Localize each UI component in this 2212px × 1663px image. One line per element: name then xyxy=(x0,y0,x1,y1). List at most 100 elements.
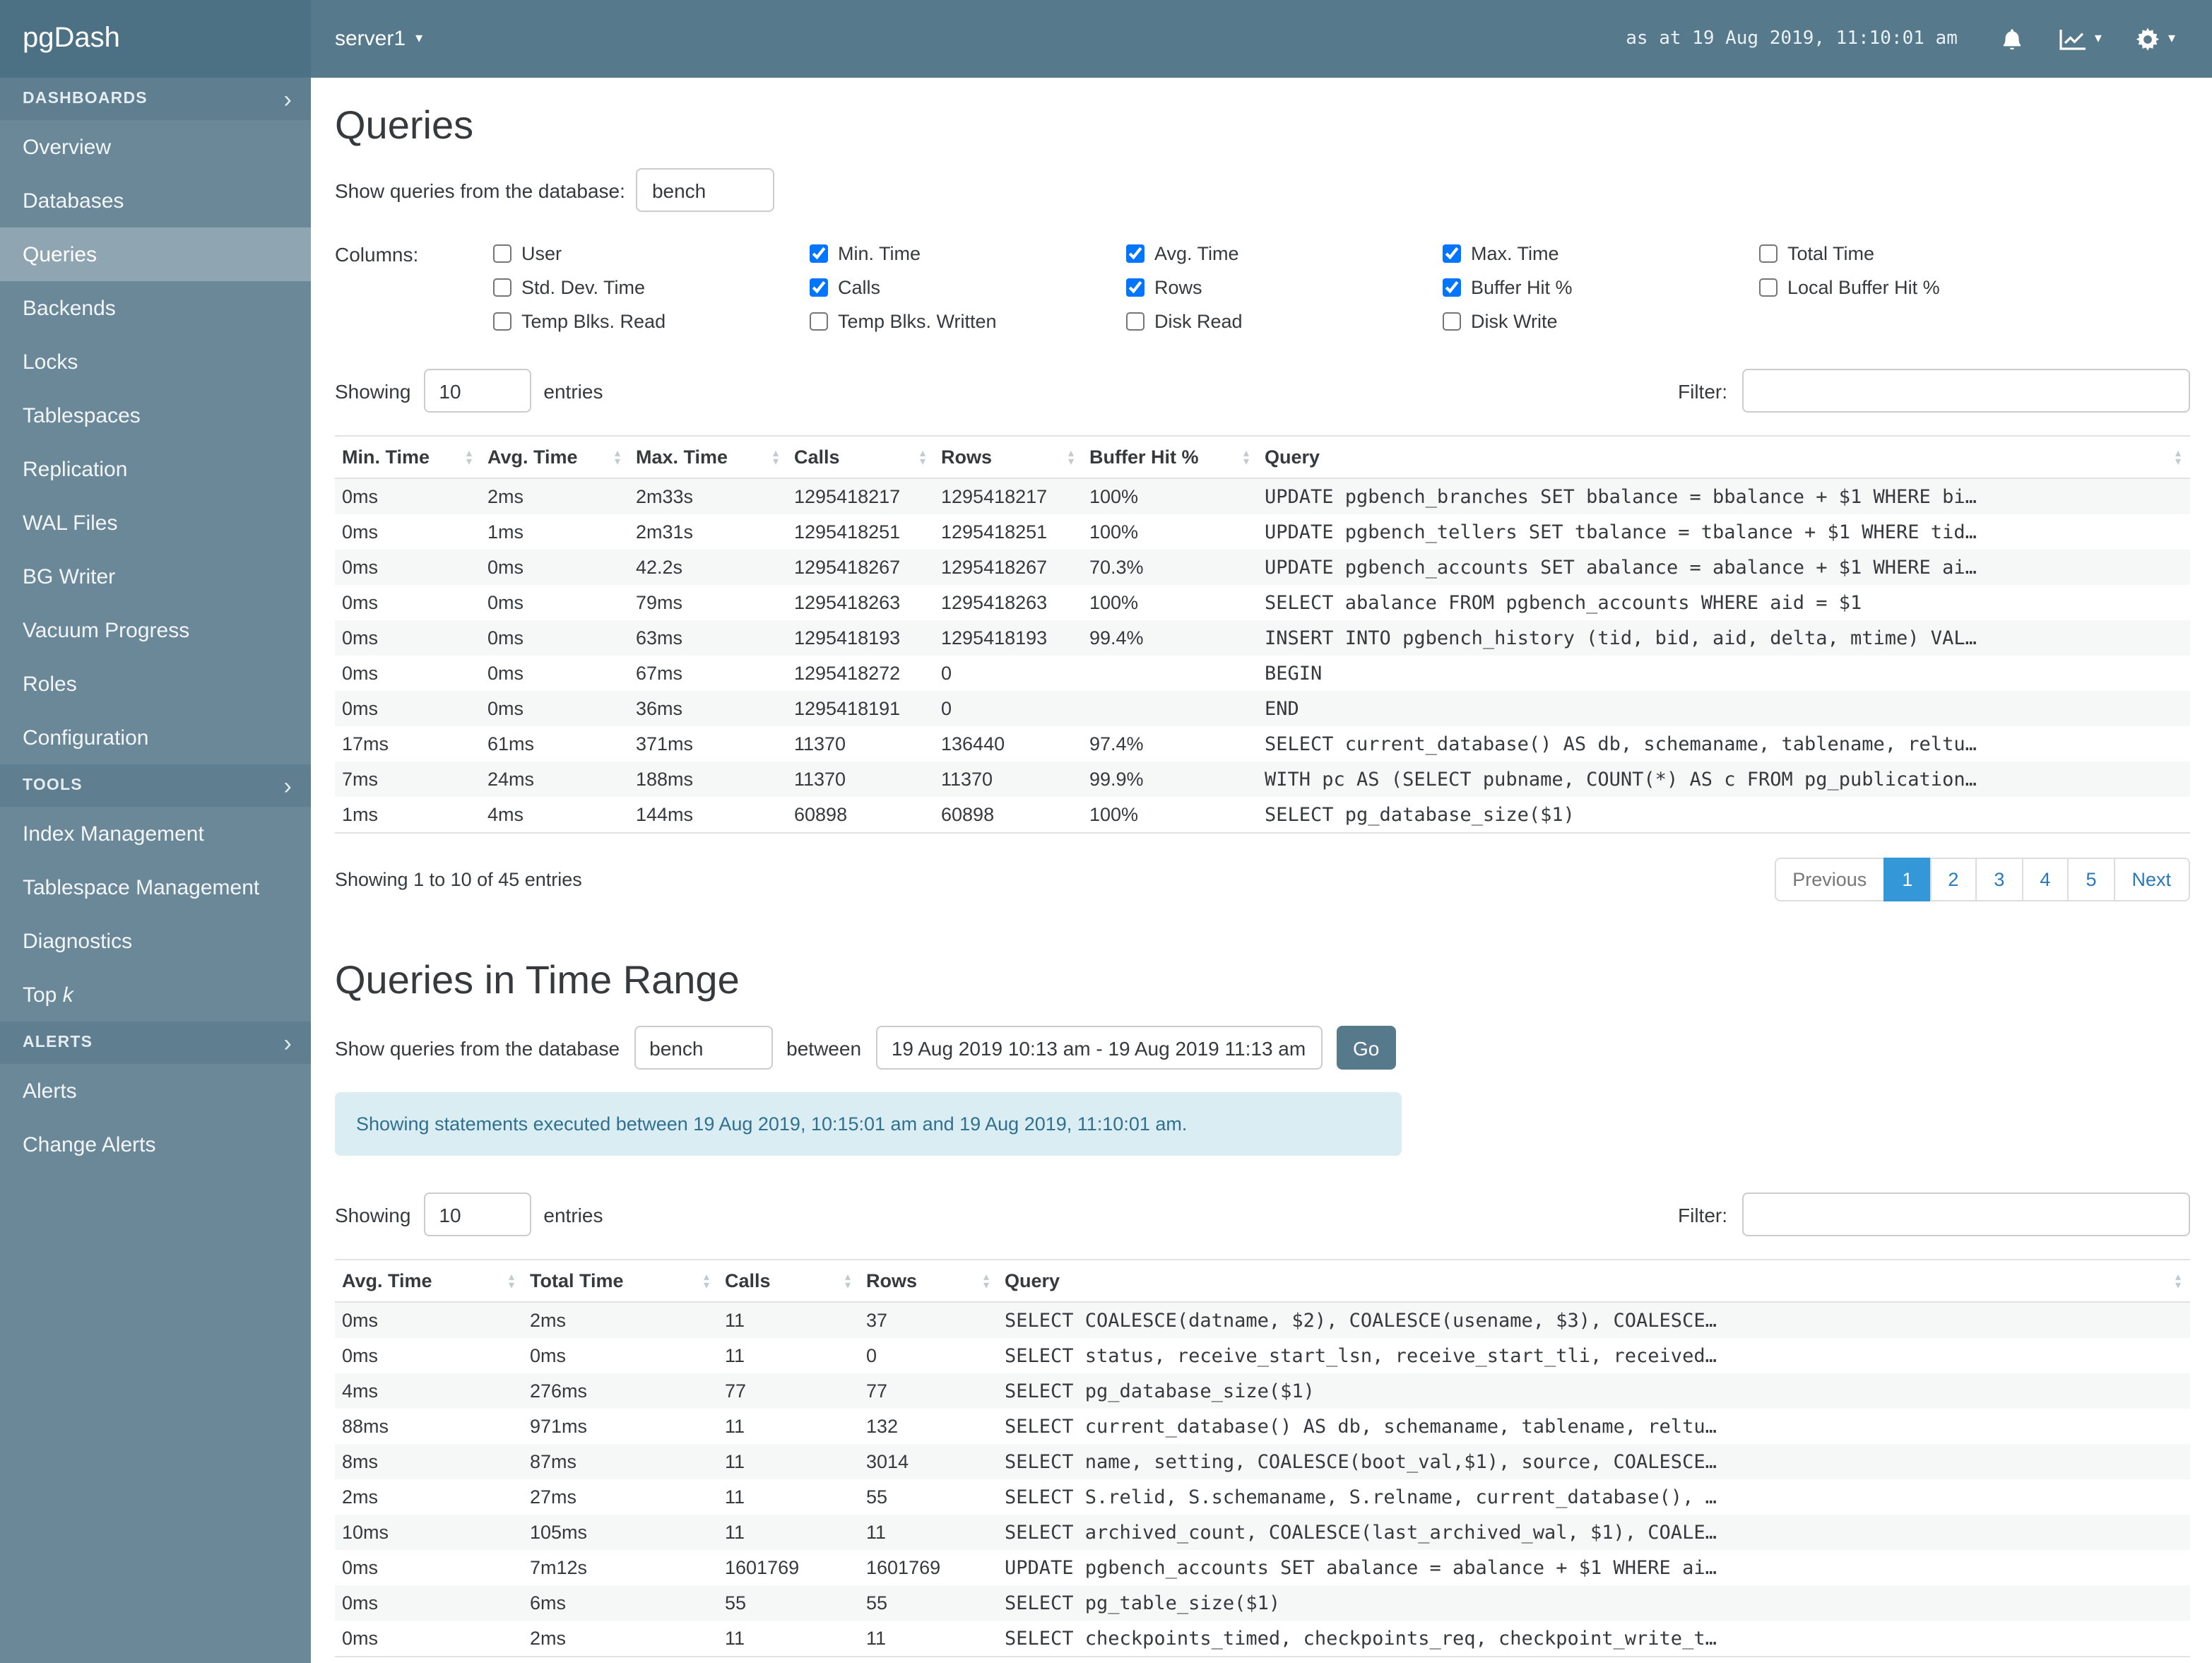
server-selector[interactable]: server1 ▾ xyxy=(311,0,422,78)
entries-count-input-2[interactable] xyxy=(423,1192,531,1236)
checkbox-disk-write[interactable] xyxy=(1443,312,1461,331)
checkbox-buffer-hit[interactable] xyxy=(1443,278,1461,297)
column-toggle-std-dev-time[interactable]: Std. Dev. Time xyxy=(493,277,810,298)
column-toggle-local-buffer-hit[interactable]: Local Buffer Hit % xyxy=(1759,277,2076,298)
sidebar-item-bg-writer[interactable]: BG Writer xyxy=(0,550,311,603)
column-toggle-temp-blks-written[interactable]: Temp Blks. Written xyxy=(810,311,1126,332)
column-header-calls[interactable]: Calls ▴ ▾ xyxy=(787,435,934,479)
query-text[interactable]: SELECT pg_database_size($1) xyxy=(1258,797,2189,833)
time-range-input[interactable] xyxy=(875,1026,1323,1070)
sidebar-section-alerts[interactable]: ALERTS › xyxy=(0,1022,311,1064)
column-header-calls[interactable]: Calls ▴ ▾ xyxy=(718,1259,859,1303)
pagination-previous[interactable]: Previous xyxy=(1774,858,1886,901)
sidebar-item-diagnostics[interactable]: Diagnostics xyxy=(0,914,311,968)
checkbox-disk-read[interactable] xyxy=(1126,312,1145,331)
sidebar-item-backends[interactable]: Backends xyxy=(0,281,311,335)
checkbox-rows[interactable] xyxy=(1126,278,1145,297)
query-text[interactable]: SELECT name, setting, COALESCE(boot_val,… xyxy=(998,1444,2189,1479)
query-text[interactable]: UPDATE pgbench_accounts SET abalance = a… xyxy=(998,1550,2189,1585)
database-input[interactable] xyxy=(636,168,775,212)
query-text[interactable]: WITH pc AS (SELECT pubname, COUNT(*) AS … xyxy=(1258,762,2189,797)
sidebar-item-overview[interactable]: Overview xyxy=(0,120,311,174)
column-header-total-time[interactable]: Total Time ▴ ▾ xyxy=(523,1259,718,1303)
sidebar-item-tablespace-management[interactable]: Tablespace Management xyxy=(0,860,311,914)
query-text[interactable]: END xyxy=(1258,691,2189,726)
sidebar-item-roles[interactable]: Roles xyxy=(0,657,311,711)
checkbox-user[interactable] xyxy=(493,244,511,263)
checkbox-std-dev-time[interactable] xyxy=(493,278,511,297)
sidebar-item-databases[interactable]: Databases xyxy=(0,174,311,227)
pagination-page-1[interactable]: 1 xyxy=(1883,858,1932,901)
query-text[interactable]: UPDATE pgbench_branches SET bbalance = b… xyxy=(1258,478,2189,514)
sidebar-item-index-management[interactable]: Index Management xyxy=(0,807,311,860)
query-text[interactable]: BEGIN xyxy=(1258,656,2189,691)
sidebar-item-configuration[interactable]: Configuration xyxy=(0,711,311,764)
column-toggle-buffer-hit[interactable]: Buffer Hit % xyxy=(1443,277,1759,298)
query-text[interactable]: SELECT S.relid, S.schemaname, S.relname,… xyxy=(998,1479,2189,1515)
column-header-max-time[interactable]: Max. Time ▴ ▾ xyxy=(629,435,787,479)
charts-menu-icon[interactable]: ▾ xyxy=(2059,28,2102,50)
pagination-next[interactable]: Next xyxy=(2113,858,2189,901)
database-input-2[interactable] xyxy=(634,1026,773,1070)
query-text[interactable]: SELECT archived_count, COALESCE(last_arc… xyxy=(998,1515,2189,1550)
query-text[interactable]: SELECT abalance FROM pgbench_accounts WH… xyxy=(1258,585,2189,620)
query-text[interactable]: SELECT pg_table_size($1) xyxy=(998,1585,2189,1621)
sidebar-item-queries[interactable]: Queries xyxy=(0,227,311,281)
checkbox-max-time[interactable] xyxy=(1443,244,1461,263)
checkbox-calls[interactable] xyxy=(810,278,828,297)
column-toggle-avg-time[interactable]: Avg. Time xyxy=(1126,243,1443,264)
checkbox-temp-blks-written[interactable] xyxy=(810,312,828,331)
column-toggle-total-time[interactable]: Total Time xyxy=(1759,243,2076,264)
query-text[interactable]: SELECT COALESCE(datname, $2), COALESCE(u… xyxy=(998,1302,2189,1338)
query-text[interactable]: UPDATE pgbench_accounts SET abalance = a… xyxy=(1258,550,2189,585)
column-header-rows[interactable]: Rows ▴ ▾ xyxy=(934,435,1082,479)
notifications-bell-icon[interactable] xyxy=(2000,26,2025,52)
column-toggle-calls[interactable]: Calls xyxy=(810,277,1126,298)
sidebar-section-tools[interactable]: TOOLS › xyxy=(0,764,311,807)
entries-count-input[interactable] xyxy=(423,369,531,413)
query-text[interactable]: SELECT checkpoints_timed, checkpoints_re… xyxy=(998,1621,2189,1657)
column-header-query[interactable]: Query ▴ ▾ xyxy=(998,1259,2189,1303)
sidebar-item-vacuum-progress[interactable]: Vacuum Progress xyxy=(0,603,311,657)
checkbox-avg-time[interactable] xyxy=(1126,244,1145,263)
column-header-avg-time[interactable]: Avg. Time ▴ ▾ xyxy=(335,1259,523,1303)
checkbox-total-time[interactable] xyxy=(1759,244,1778,263)
column-toggle-disk-write[interactable]: Disk Write xyxy=(1443,311,1759,332)
go-button[interactable]: Go xyxy=(1336,1026,1397,1070)
column-header-buffer-hit[interactable]: Buffer Hit % ▴ ▾ xyxy=(1082,435,1258,479)
sidebar-section-dashboards[interactable]: DASHBOARDS › xyxy=(0,78,311,120)
filter-input-2[interactable] xyxy=(1741,1192,2189,1236)
sidebar-item-change-alerts[interactable]: Change Alerts xyxy=(0,1118,311,1171)
column-toggle-disk-read[interactable]: Disk Read xyxy=(1126,311,1443,332)
column-toggle-max-time[interactable]: Max. Time xyxy=(1443,243,1759,264)
query-text[interactable]: SELECT pg_database_size($1) xyxy=(998,1373,2189,1409)
query-text[interactable]: SELECT current_database() AS db, scheman… xyxy=(1258,726,2189,762)
column-toggle-temp-blks-read[interactable]: Temp Blks. Read xyxy=(493,311,810,332)
column-header-min-time[interactable]: Min. Time ▴ ▾ xyxy=(335,435,480,479)
checkbox-local-buffer-hit[interactable] xyxy=(1759,278,1778,297)
filter-input[interactable] xyxy=(1741,369,2189,413)
column-toggle-min-time[interactable]: Min. Time xyxy=(810,243,1126,264)
query-text[interactable]: UPDATE pgbench_tellers SET tbalance = tb… xyxy=(1258,514,2189,550)
sidebar-item-top-k[interactable]: Top k xyxy=(0,968,311,1022)
checkbox-temp-blks-read[interactable] xyxy=(493,312,511,331)
sidebar-item-tablespaces[interactable]: Tablespaces xyxy=(0,389,311,442)
column-toggle-rows[interactable]: Rows xyxy=(1126,277,1443,298)
settings-gear-icon[interactable]: ▾ xyxy=(2136,26,2175,52)
column-toggle-user[interactable]: User xyxy=(493,243,810,264)
brand-logo[interactable]: pgDash xyxy=(0,0,311,78)
sidebar-item-wal-files[interactable]: WAL Files xyxy=(0,496,311,550)
query-text[interactable]: INSERT INTO pgbench_history (tid, bid, a… xyxy=(1258,620,2189,656)
sidebar-item-alerts[interactable]: Alerts xyxy=(0,1064,311,1118)
pagination-page-4[interactable]: 4 xyxy=(2021,858,2069,901)
column-header-query[interactable]: Query ▴ ▾ xyxy=(1258,435,2189,479)
column-header-avg-time[interactable]: Avg. Time ▴ ▾ xyxy=(480,435,629,479)
query-text[interactable]: SELECT status, receive_start_lsn, receiv… xyxy=(998,1338,2189,1373)
checkbox-min-time[interactable] xyxy=(810,244,828,263)
query-text[interactable]: SELECT current_database() AS db, scheman… xyxy=(998,1409,2189,1444)
pagination-page-5[interactable]: 5 xyxy=(2067,858,2115,901)
pagination-page-2[interactable]: 2 xyxy=(1929,858,1977,901)
column-header-rows[interactable]: Rows ▴ ▾ xyxy=(859,1259,998,1303)
sidebar-item-replication[interactable]: Replication xyxy=(0,442,311,496)
sidebar-item-locks[interactable]: Locks xyxy=(0,335,311,389)
